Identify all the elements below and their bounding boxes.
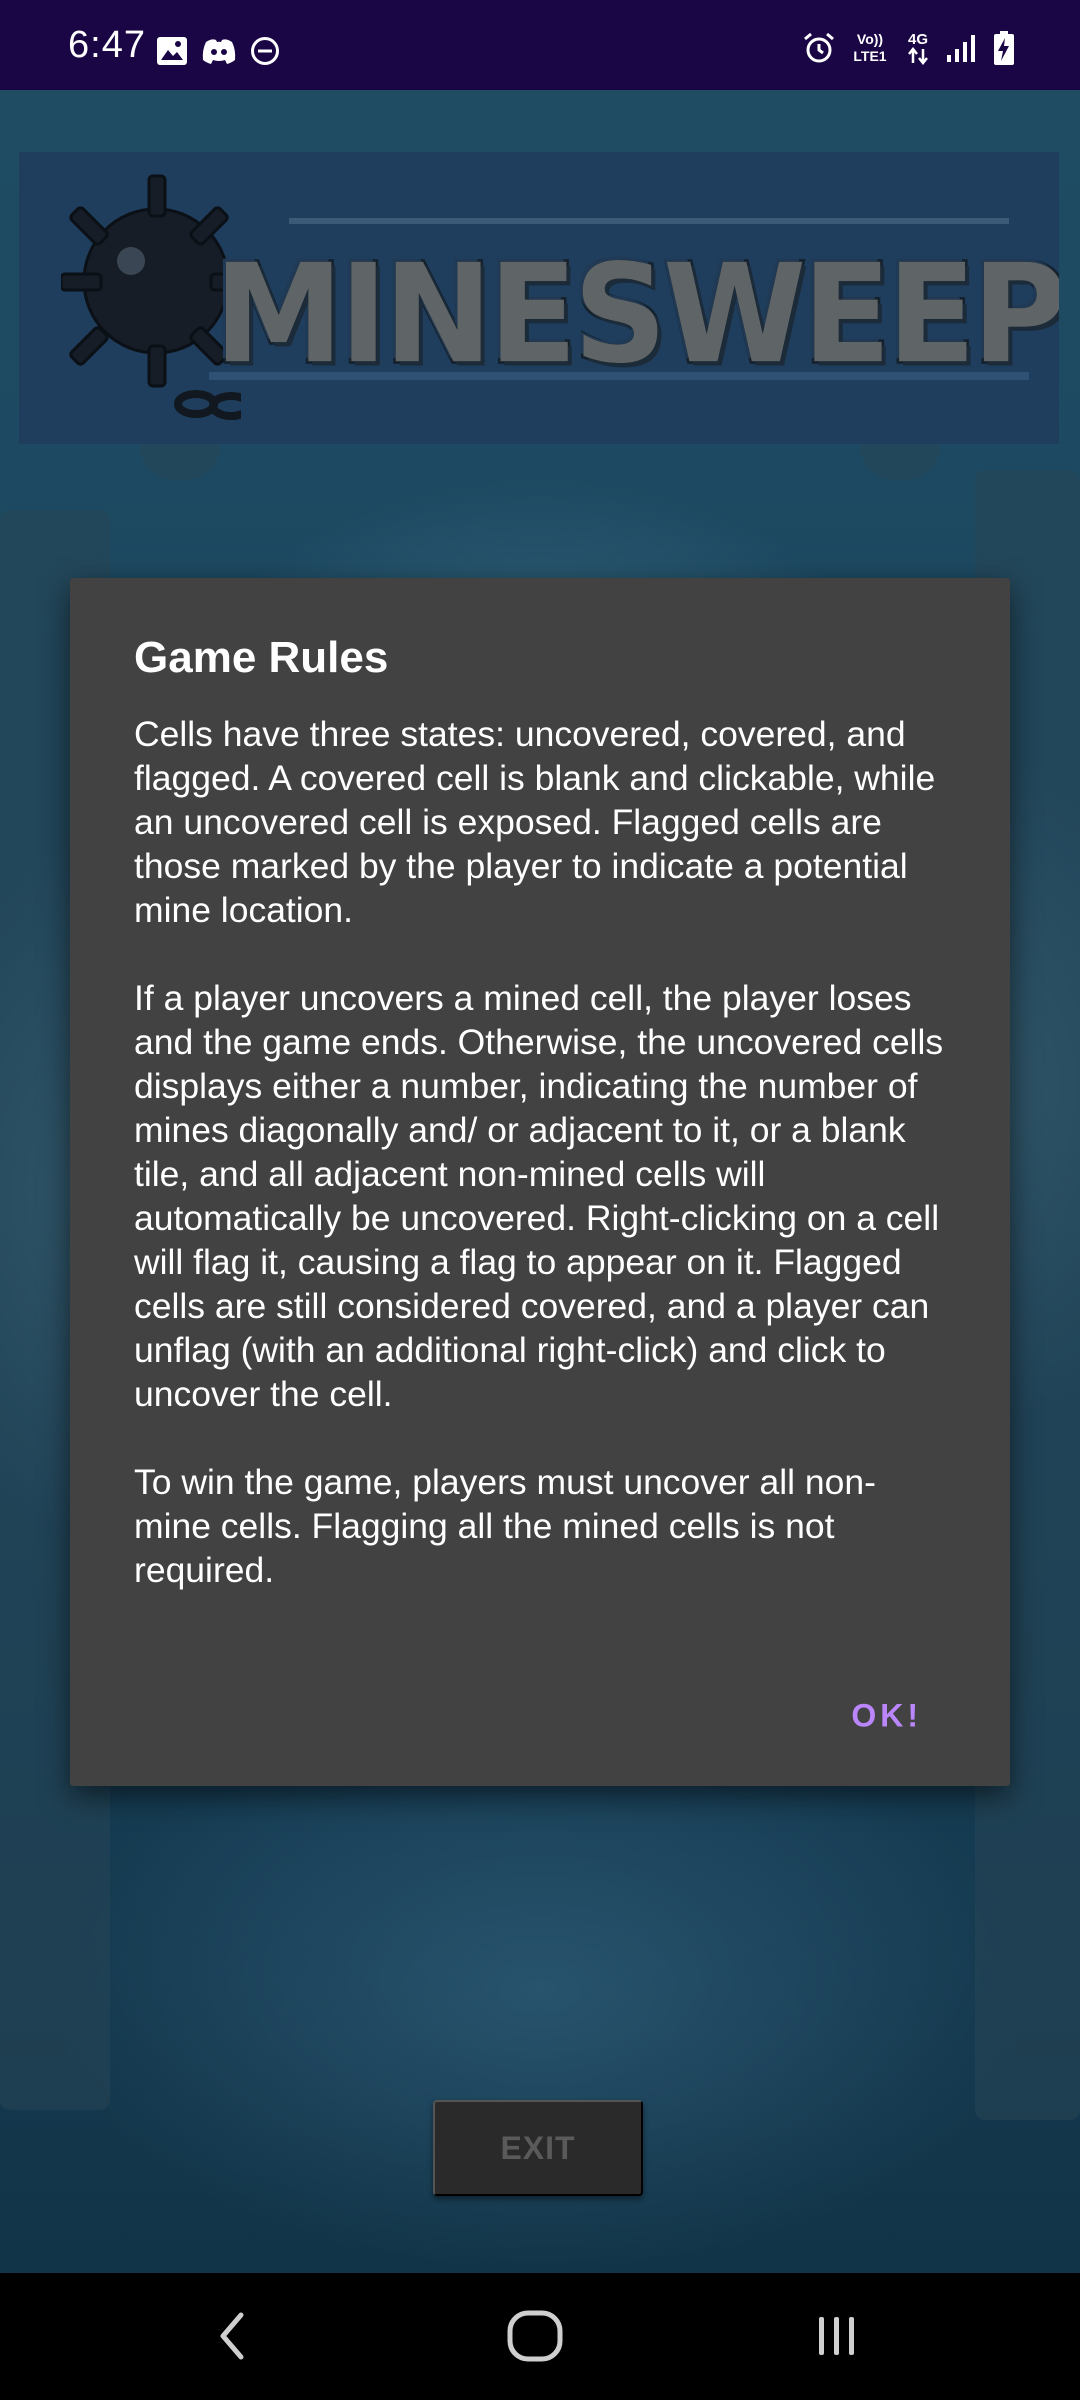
banner-stripe (289, 218, 1009, 224)
dialog-title: Game Rules (134, 633, 389, 682)
dialog-body: Cells have three states: uncovered, cove… (134, 712, 946, 1592)
back-icon[interactable] (198, 2301, 268, 2371)
status-right-icons: Vo)) LTE1 4G (802, 30, 1016, 71)
discord-icon (202, 38, 236, 69)
svg-text:LTE1: LTE1 (853, 48, 886, 64)
home-icon[interactable] (500, 2301, 570, 2371)
recents-icon[interactable] (802, 2301, 872, 2371)
status-bar: 6:47 Vo)) LTE1 4G (0, 0, 1080, 90)
ok-button[interactable]: OK! (845, 1688, 928, 1745)
signal-icon (946, 33, 978, 68)
rules-paragraph: To win the game, players must uncover al… (134, 1462, 876, 1590)
game-rules-dialog: Game Rules Cells have three states: unco… (70, 578, 1010, 1786)
navigation-bar (0, 2273, 1080, 2400)
do-not-disturb-icon (250, 36, 280, 71)
minesweeper-banner: MINESWEEPER (19, 152, 1059, 444)
rules-paragraph: If a player uncovers a mined cell, the p… (134, 978, 944, 1414)
status-time: 6:47 (68, 24, 146, 66)
exit-button[interactable]: EXIT (433, 2100, 643, 2196)
gallery-icon (156, 36, 188, 71)
volte-icon: Vo)) LTE1 (850, 30, 890, 71)
status-left-icons (156, 36, 280, 71)
battery-charging-icon (992, 30, 1016, 71)
svg-text:4G: 4G (908, 31, 928, 48)
banner-title: MINESWEEPER (211, 232, 1059, 397)
alarm-icon (802, 31, 836, 70)
rules-paragraph: Cells have three states: uncovered, cove… (134, 714, 936, 930)
svg-text:Vo)): Vo)) (857, 31, 883, 47)
4g-data-icon: 4G (904, 30, 932, 71)
